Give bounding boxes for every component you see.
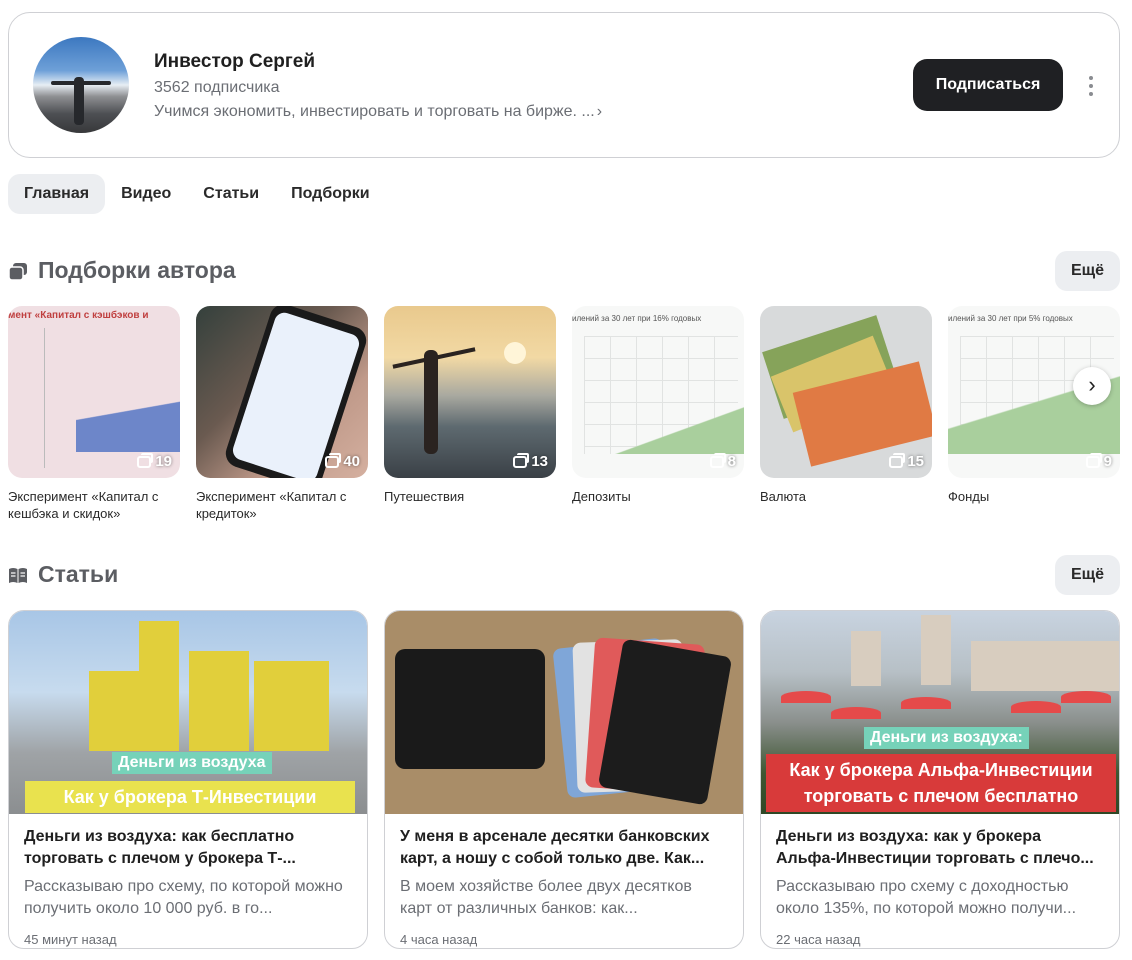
avatar[interactable] <box>33 37 129 133</box>
article-image <box>385 611 743 814</box>
stack-icon <box>1085 452 1102 468</box>
collection-card[interactable]: илений за 30 лет при 16% годовых 8 Депоз… <box>572 306 744 505</box>
article-description: Рассказываю про схему с доходностью окол… <box>776 878 1077 917</box>
item-count-value: 9 <box>1103 453 1112 470</box>
item-count: 15 <box>889 452 924 470</box>
subscribe-button[interactable]: Подписаться <box>913 59 1063 111</box>
collection-card[interactable]: 15 Валюта <box>760 306 932 505</box>
thumbnail-chart-caption: мент «Капитал с кэшбэков и <box>8 310 149 321</box>
tab-main[interactable]: Главная <box>8 174 106 214</box>
collection-card[interactable]: илений за 30 лет при 5% годовых 9 Фонды <box>948 306 1120 505</box>
tab-video[interactable]: Видео <box>105 174 187 214</box>
channel-tabs: Главная Видео Статьи Подборки <box>8 174 386 214</box>
articles-title: Статьи <box>38 561 119 587</box>
profile-card: Инвестор Сергей 3562 подписчика Учимся э… <box>8 12 1120 158</box>
article-image: Деньги из воздуха Как у брокера Т-Инвест… <box>9 611 367 814</box>
article-title: Деньги из воздуха: как бесплатно торгова… <box>24 828 296 867</box>
image-banner-headline: Как у брокера Альфа-Инвестиции торговать… <box>766 754 1116 812</box>
item-count: 8 <box>709 452 736 470</box>
collections-more-button[interactable]: Ещё <box>1055 251 1120 291</box>
articles-book-icon <box>9 568 27 583</box>
collections-header: Подборки автора Ещё <box>8 251 1120 291</box>
stack-icon <box>889 452 906 468</box>
collection-thumbnail: 13 <box>384 306 556 478</box>
articles-more-button[interactable]: Ещё <box>1055 555 1120 595</box>
item-count-value: 13 <box>531 453 548 470</box>
stack-icon <box>137 452 154 468</box>
item-count-value: 19 <box>155 453 172 470</box>
image-banner-caption: Деньги из воздуха <box>112 752 272 774</box>
tab-articles[interactable]: Статьи <box>187 174 275 214</box>
article-card[interactable]: Деньги из воздуха: Как у брокера Альфа-И… <box>760 610 1120 949</box>
collection-thumbnail: 40 <box>196 306 368 478</box>
article-description: В моем хозяйстве более двух десятков кар… <box>400 878 692 917</box>
thumbnail-chart-caption: илений за 30 лет при 16% годовых <box>572 314 702 323</box>
image-banner-headline: Как у брокера Т-Инвестиции <box>25 781 355 813</box>
profile-name[interactable]: Инвестор Сергей <box>154 51 315 73</box>
article-card[interactable]: У меня в арсенале десятки банковских кар… <box>384 610 744 949</box>
item-count: 13 <box>513 452 548 470</box>
collection-label: Эксперимент «Капитал с кредиток» <box>196 489 347 521</box>
item-count: 9 <box>1085 452 1112 470</box>
collection-thumbnail: мент «Капитал с кэшбэков и 19 <box>8 306 180 478</box>
article-image: Деньги из воздуха: Как у брокера Альфа-И… <box>761 611 1119 814</box>
articles-header: Статьи Ещё <box>8 555 1120 595</box>
more-options-icon[interactable] <box>1081 73 1101 99</box>
image-banner-caption: Деньги из воздуха: <box>864 727 1029 749</box>
collection-label: Фонды <box>948 489 990 504</box>
stack-icon <box>325 452 342 468</box>
chevron-right-icon: › <box>596 103 603 120</box>
collection-label: Депозиты <box>572 489 631 504</box>
item-count-value: 15 <box>907 453 924 470</box>
item-count-value: 40 <box>343 453 360 470</box>
item-count-value: 8 <box>727 453 736 470</box>
article-time: 45 минут назад <box>24 932 117 947</box>
item-count: 19 <box>137 452 172 470</box>
collection-label: Путешествия <box>384 489 465 504</box>
collection-card[interactable]: 40 Эксперимент «Капитал с кредиток» <box>196 306 368 522</box>
carousel-next-button[interactable]: › <box>1073 367 1111 405</box>
tab-collections[interactable]: Подборки <box>275 174 386 214</box>
collections-title: Подборки автора <box>38 257 236 283</box>
profile-description-text: Учимся экономить, инвестировать и торгов… <box>154 103 595 120</box>
thumbnail-chart-caption: илений за 30 лет при 5% годовых <box>948 314 1073 323</box>
collection-label: Эксперимент «Капитал с кешбэка и скидок» <box>8 489 159 521</box>
article-title: У меня в арсенале десятки банковских кар… <box>400 828 710 867</box>
article-title: Деньги из воздуха: как у брокера Альфа-И… <box>776 828 1094 867</box>
collection-card[interactable]: мент «Капитал с кэшбэков и 19 Эксперимен… <box>8 306 180 522</box>
article-card[interactable]: Деньги из воздуха Как у брокера Т-Инвест… <box>8 610 368 949</box>
collection-card[interactable]: 13 Путешествия <box>384 306 556 505</box>
stack-icon <box>709 452 726 468</box>
item-count: 40 <box>325 452 360 470</box>
profile-description[interactable]: Учимся экономить, инвестировать и торгов… <box>154 103 602 121</box>
article-time: 22 часа назад <box>776 932 861 947</box>
collections-stack-icon <box>8 263 27 281</box>
article-description: Рассказываю про схему, по которой можно … <box>24 878 343 917</box>
article-time: 4 часа назад <box>400 932 478 947</box>
chevron-right-icon: › <box>1088 372 1096 397</box>
collection-thumbnail: илений за 30 лет при 16% годовых 8 <box>572 306 744 478</box>
subscriber-count: 3562 подписчика <box>154 79 280 96</box>
collection-thumbnail: 15 <box>760 306 932 478</box>
stack-icon <box>513 452 530 468</box>
collection-label: Валюта <box>760 489 806 504</box>
